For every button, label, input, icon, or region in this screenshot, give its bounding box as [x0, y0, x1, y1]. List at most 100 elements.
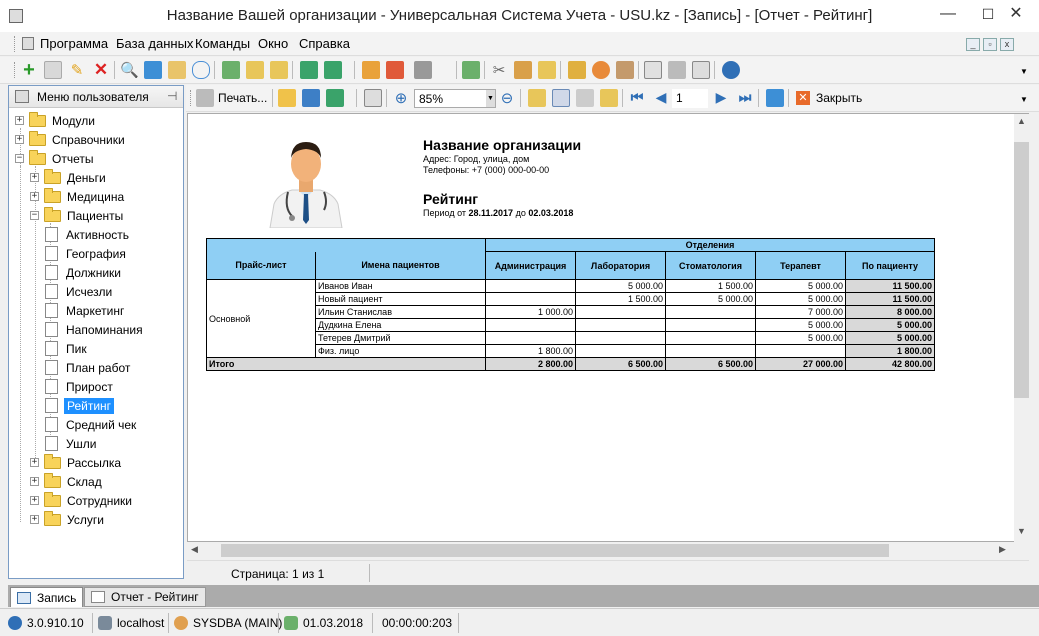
prev-page-icon[interactable]: ◀: [652, 89, 670, 107]
next-page-icon[interactable]: ▶: [712, 89, 730, 107]
notes-icon[interactable]: [538, 61, 556, 79]
tree-item[interactable]: − Пациенты: [30, 206, 125, 225]
tree-item[interactable]: + Услуги: [30, 510, 106, 529]
close-window-button[interactable]: ✕: [993, 0, 1039, 28]
refresh-icon[interactable]: [144, 61, 162, 79]
tree-item[interactable]: + Медицина: [30, 187, 126, 206]
vertical-scrollbar[interactable]: ▲ ▼: [1014, 114, 1029, 542]
info-icon[interactable]: [722, 61, 740, 79]
edit-icon[interactable]: ✎: [68, 61, 86, 79]
copy-icon[interactable]: [44, 61, 62, 79]
tree-item[interactable]: Прирост: [45, 377, 115, 396]
menu-programma[interactable]: Программа: [40, 36, 108, 51]
horizontal-scrollbar[interactable]: ◀ ▶: [187, 542, 1029, 559]
scroll-thumb[interactable]: [1014, 142, 1029, 398]
zoom-select[interactable]: 85% ▼: [414, 89, 496, 108]
open-window-icon[interactable]: [362, 61, 380, 79]
tab-zapis[interactable]: Запись: [10, 587, 84, 607]
menu-help[interactable]: Справка: [299, 36, 350, 51]
tree-item[interactable]: Пик: [45, 339, 89, 358]
tree-item[interactable]: + Склад: [30, 472, 104, 491]
table-icon[interactable]: [644, 61, 662, 79]
print-button[interactable]: Печать...: [218, 91, 267, 105]
expand-icon[interactable]: +: [30, 192, 39, 201]
menu-window[interactable]: Окно: [258, 36, 288, 51]
tree-item[interactable]: Ушли: [45, 434, 98, 453]
tree-item[interactable]: Активность: [45, 225, 131, 244]
tree-item[interactable]: Должники: [45, 263, 123, 282]
zoom-out-icon[interactable]: ⊖: [498, 89, 516, 107]
pin-icon[interactable]: ⊣: [167, 89, 177, 103]
tree-item[interactable]: + Сотрудники: [30, 491, 134, 510]
permissions-icon[interactable]: [616, 61, 634, 79]
search-icon[interactable]: 🔍: [120, 61, 139, 79]
first-page-icon[interactable]: ⏮: [628, 89, 646, 107]
export-icon[interactable]: [326, 89, 344, 107]
mdi-close-button[interactable]: x: [1000, 38, 1014, 51]
comment-icon[interactable]: [192, 61, 210, 79]
delete-icon[interactable]: ✕: [92, 61, 110, 79]
outline-icon[interactable]: [528, 89, 546, 107]
close-window-icon[interactable]: [386, 61, 404, 79]
add-icon[interactable]: +: [20, 60, 38, 80]
tree-icon[interactable]: [246, 61, 264, 79]
expand-icon[interactable]: +: [30, 477, 39, 486]
tree-item[interactable]: Исчезли: [45, 282, 114, 301]
thumbnails-icon[interactable]: [552, 89, 570, 107]
tree-item[interactable]: + Деньги: [30, 168, 108, 187]
tab-report-rating[interactable]: Отчет - Рейтинг: [84, 587, 206, 607]
expand-icon[interactable]: +: [30, 496, 39, 505]
play-icon[interactable]: [692, 61, 710, 79]
menu-database[interactable]: База данных: [116, 36, 193, 51]
binoculars-icon[interactable]: [222, 61, 240, 79]
print-icon[interactable]: [196, 89, 214, 107]
page-number-input[interactable]: 1: [672, 89, 708, 108]
zoom-in-icon[interactable]: ⊕: [392, 89, 410, 107]
filter-icon[interactable]: [168, 61, 186, 79]
scroll-left-icon[interactable]: ◀: [191, 544, 198, 555]
close-report-button[interactable]: Закрыть: [816, 91, 862, 105]
tree-item[interactable]: + Модули: [15, 111, 97, 130]
last-page-icon[interactable]: ⏭: [736, 89, 754, 107]
expand-icon[interactable]: +: [15, 135, 24, 144]
tree-item[interactable]: Рейтинг: [45, 396, 115, 415]
tree-item[interactable]: − Отчеты: [15, 149, 95, 168]
toolbar-overflow-icon[interactable]: ▼: [1020, 95, 1028, 104]
tree-item[interactable]: География: [45, 244, 128, 263]
expand-icon[interactable]: +: [30, 173, 39, 182]
tools-icon[interactable]: ✂: [490, 61, 508, 79]
preview-icon[interactable]: [364, 89, 382, 107]
settings-icon[interactable]: [514, 61, 532, 79]
collapse-icon[interactable]: −: [15, 154, 24, 163]
tree-item[interactable]: Напоминания: [45, 320, 145, 339]
expand-icon[interactable]: +: [30, 458, 39, 467]
expand-icon[interactable]: +: [15, 116, 24, 125]
tree-item[interactable]: Маркетинг: [45, 301, 126, 320]
scroll-up-icon[interactable]: ▲: [1017, 116, 1026, 126]
collapse-icon[interactable]: −: [30, 211, 39, 220]
scroll-down-icon[interactable]: ▼: [1017, 526, 1026, 536]
save-icon[interactable]: [302, 89, 320, 107]
mdi-minimize-button[interactable]: _: [966, 38, 980, 51]
tree-item[interactable]: Средний чек: [45, 415, 138, 434]
mdi-restore-button[interactable]: ▫: [983, 38, 997, 51]
close-icon[interactable]: ✕: [796, 91, 810, 105]
calendar-icon[interactable]: [462, 61, 480, 79]
toolbar-overflow-icon[interactable]: ▼: [1020, 67, 1028, 76]
refresh-report-icon[interactable]: [766, 89, 784, 107]
menu-commands[interactable]: Команды: [195, 36, 250, 51]
chevron-down-icon[interactable]: ▼: [486, 90, 495, 107]
tree-item[interactable]: План работ: [45, 358, 132, 377]
lock-icon[interactable]: [568, 61, 586, 79]
tree-item[interactable]: + Рассылка: [30, 453, 123, 472]
expand-icon[interactable]: +: [30, 515, 39, 524]
scroll-thumb[interactable]: [221, 544, 889, 557]
export-excel-icon[interactable]: [300, 61, 318, 79]
edit-report-icon[interactable]: [576, 89, 594, 107]
export-dropdown-icon[interactable]: [324, 61, 342, 79]
sort-icon[interactable]: [270, 61, 288, 79]
exit-icon[interactable]: [414, 61, 432, 79]
find-icon[interactable]: [600, 89, 618, 107]
tree-item[interactable]: + Справочники: [15, 130, 127, 149]
users-icon[interactable]: [592, 61, 610, 79]
